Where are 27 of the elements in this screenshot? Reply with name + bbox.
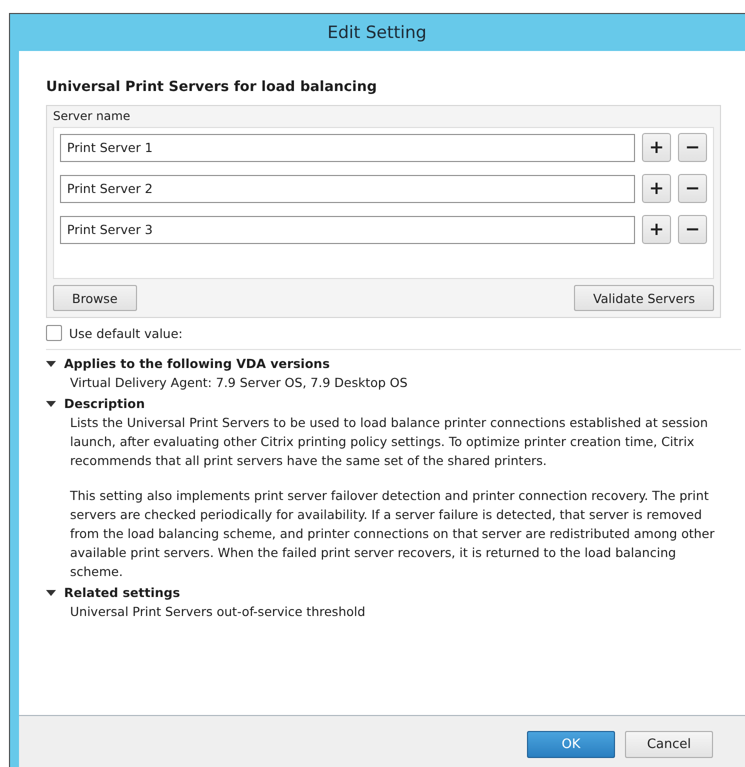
add-button[interactable]: + — [642, 215, 671, 244]
section-title: Applies to the following VDA versions — [64, 356, 330, 371]
remove-button[interactable]: − — [678, 215, 707, 244]
server-name-field[interactable]: Print Server 3 — [60, 216, 635, 244]
section-text: Virtual Delivery Agent: 7.9 Server OS, 7.9 Desktop OS — [70, 374, 409, 392]
section-text: Lists the Universal Print Servers to be used to load balance printer connections established at session launch, after evaluating other Citrix printing policy settings. To optimize printer creation time, Citrix recommends that all print servers have the same set of the shared printers. — [70, 414, 709, 470]
server-name-field[interactable]: Print Server 1 — [60, 134, 635, 162]
expander-icon[interactable] — [46, 588, 56, 596]
remove-button[interactable]: − — [678, 133, 707, 162]
section-title: Description — [64, 396, 145, 411]
add-button[interactable]: + — [642, 133, 671, 162]
expander-icon[interactable] — [46, 360, 56, 368]
window-title: Edit Setting — [327, 22, 427, 42]
section-text: Universal Print Servers out-of-service threshold — [70, 603, 366, 621]
checkbox-label: Use default value: — [69, 326, 183, 340]
checkbox[interactable] — [46, 325, 62, 341]
add-button[interactable]: + — [642, 174, 671, 203]
section-text: This setting also implements print server failover detection and printer connection recovery. The print servers are checked periodically for availability. If a server failure is detected, that server is removed from the load balancing scheme, and printer connections on that server are redistributed among other available print servers. When the failed print server recovers, it is returned to the load balancing scheme. — [70, 487, 715, 581]
setting-heading: Universal Print Servers for load balancing — [46, 79, 378, 95]
column-label: Server name — [53, 109, 132, 123]
cancel-button[interactable]: Cancel — [625, 731, 713, 758]
validate-servers-button[interactable]: Validate Servers — [574, 285, 714, 311]
remove-button[interactable]: − — [678, 174, 707, 203]
browse-button[interactable]: Browse — [53, 285, 137, 311]
server-name-field[interactable]: Print Server 2 — [60, 174, 635, 202]
section-title: Related settings — [64, 585, 180, 600]
expander-icon[interactable] — [46, 400, 56, 408]
